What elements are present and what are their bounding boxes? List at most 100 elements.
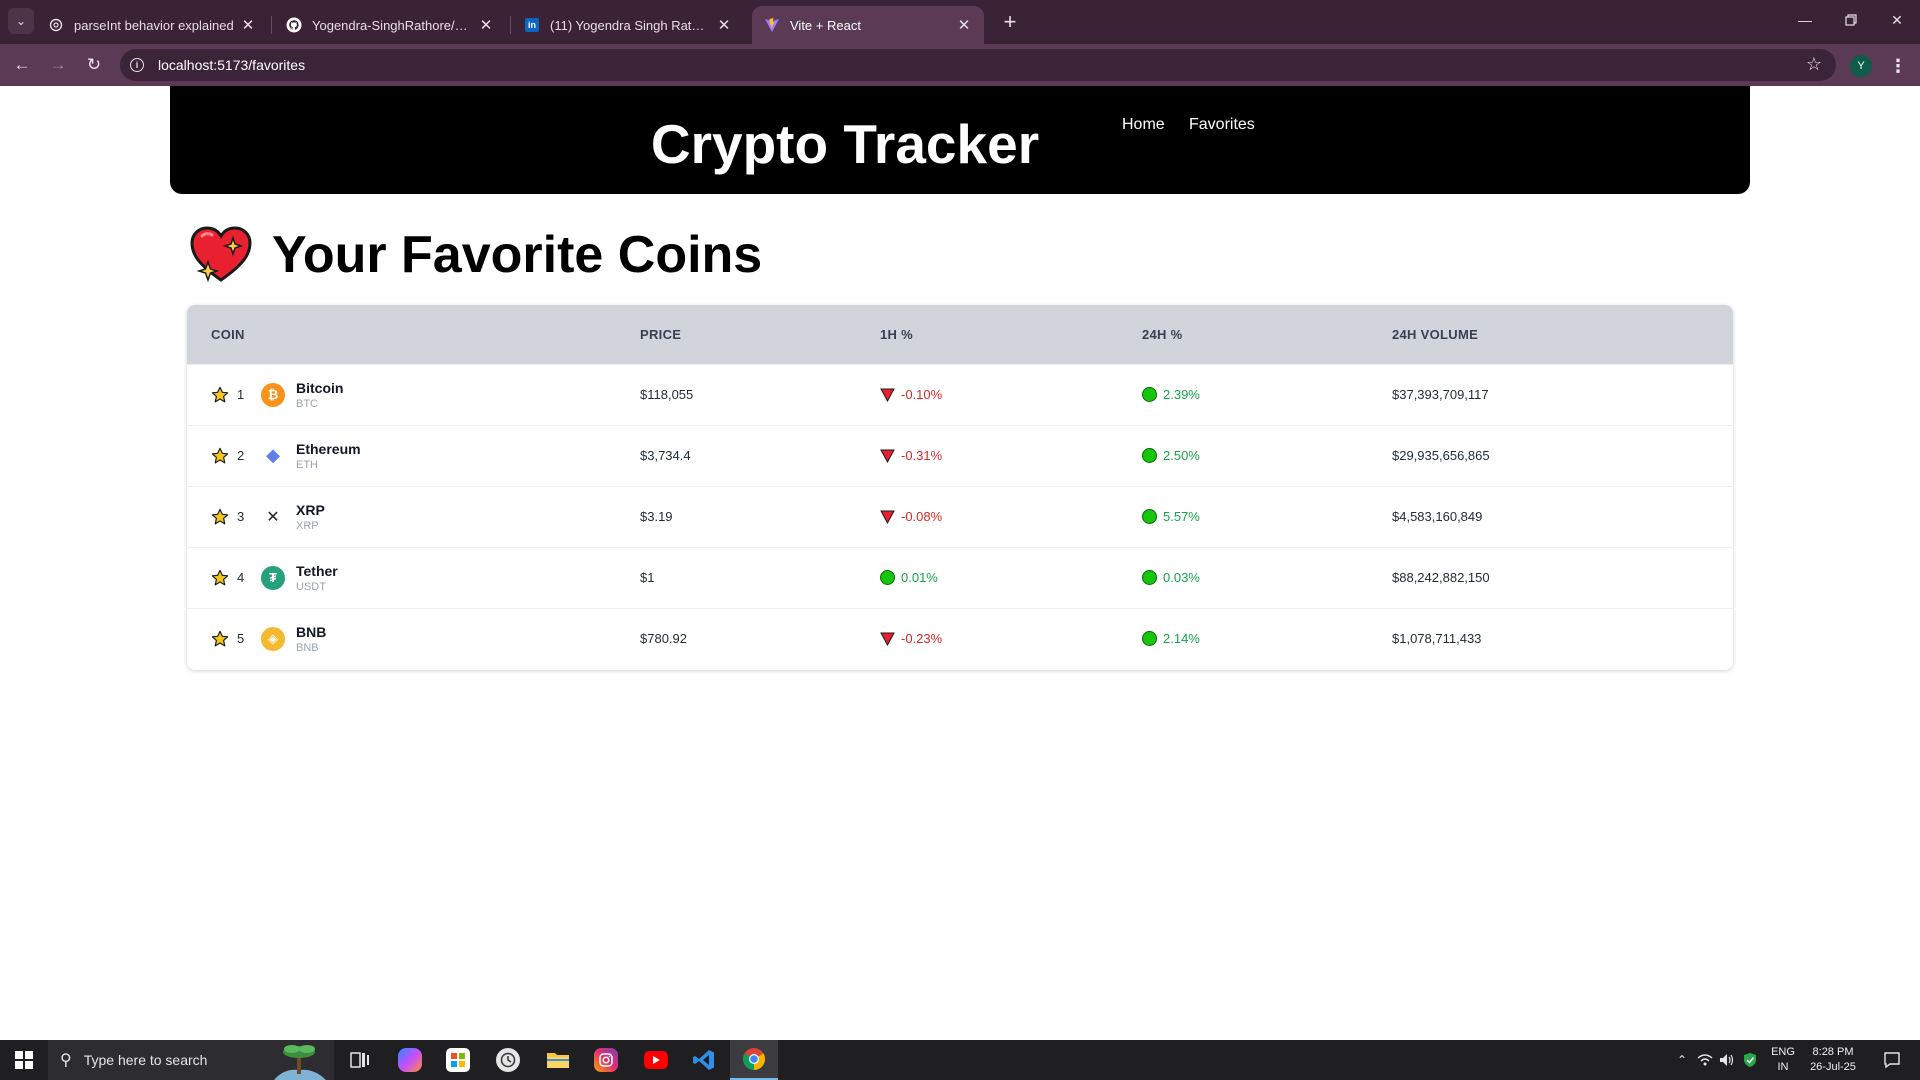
green-circle-icon [1142, 509, 1157, 524]
change-24h-value: 2.39% [1163, 387, 1200, 402]
change-1h: -0.31% [880, 425, 1142, 486]
tab-title: Yogendra-SinghRathore/crypto [312, 17, 472, 33]
instagram-icon [594, 1048, 618, 1072]
change-24h-value: 2.14% [1163, 631, 1200, 647]
browser-tab[interactable]: in (11) Yogendra Singh Rathore | L ✕ [512, 6, 744, 44]
favorite-star-icon[interactable] [211, 569, 229, 587]
coin-name[interactable]: BNB [296, 624, 326, 640]
vscode-icon [693, 1050, 714, 1070]
tab-search-button[interactable]: ⌄ [8, 8, 34, 34]
volume-24h: $29,935,656,865 [1392, 448, 1490, 463]
coin-rank: 1 [237, 387, 245, 402]
green-circle-icon [1142, 631, 1157, 647]
close-icon: ✕ [1891, 11, 1903, 28]
nav-favorites-link[interactable]: Favorites [1189, 116, 1255, 134]
bnb-logo-icon: ◈ [261, 626, 285, 651]
chrome-icon [743, 1048, 765, 1070]
close-tab-icon[interactable]: ✕ [716, 16, 732, 34]
change-1h: 0.01% [880, 547, 1142, 608]
chrome-app[interactable] [730, 1040, 778, 1080]
table-row[interactable]: 2 ◆ Ethereum ETH $3,734.4 -0.31% 2.50% $… [187, 425, 1733, 486]
notifications-button[interactable] [1872, 1040, 1912, 1080]
forward-button[interactable]: → [44, 51, 72, 79]
show-hidden-icons-button[interactable]: ⌃ [1670, 1040, 1694, 1080]
language-indicator[interactable]: ENG IN [1768, 1045, 1798, 1075]
coin-rank: 3 [237, 509, 245, 524]
task-view-button[interactable] [336, 1040, 384, 1080]
tab-divider [271, 16, 272, 34]
youtube-icon [644, 1051, 668, 1069]
favorite-star-icon[interactable] [211, 386, 229, 404]
address-bar[interactable]: i localhost:5173/favorites ☆ [120, 49, 1836, 81]
down-triangle-icon [880, 510, 895, 524]
coin-name[interactable]: Bitcoin [296, 380, 343, 396]
linkedin-icon: in [524, 17, 540, 33]
change-24h: 2.50% [1142, 425, 1392, 486]
close-tab-icon[interactable]: ✕ [478, 16, 494, 34]
tab-divider [510, 16, 511, 34]
search-placeholder: Type here to search [83, 1052, 208, 1068]
url-text[interactable]: localhost:5173/favorites [158, 57, 305, 73]
store-icon [446, 1048, 470, 1072]
copilot-app[interactable] [386, 1040, 434, 1080]
table-row[interactable]: 5 ◈ BNB BNB $780.92 -0.23% 2.14% $1,078,… [187, 608, 1733, 669]
favorite-star-icon[interactable] [211, 630, 229, 648]
table-row[interactable]: 3 ✕ XRP XRP $3.19 -0.08% 5.57% $4,583,16… [187, 486, 1733, 547]
taskbar-search-box[interactable]: ⚲ Type here to search [48, 1040, 334, 1080]
table-row[interactable]: 4 ₮ Tether USDT $1 0.01% 0.03% $88,242,8… [187, 547, 1733, 608]
plus-icon: + [1003, 9, 1017, 34]
down-triangle-icon [880, 449, 895, 463]
youtube-app[interactable] [632, 1040, 680, 1080]
bookmark-star-icon[interactable]: ☆ [1806, 54, 1822, 75]
sparkling-heart-icon [190, 226, 252, 283]
table-row[interactable]: 1 ₿ Bitcoin BTC $118,055 -0.10% 2.39% $3… [187, 364, 1733, 425]
language-code: ENG [1771, 1046, 1795, 1058]
back-button[interactable]: ← [8, 51, 36, 79]
copilot-icon [398, 1048, 422, 1072]
coin-name[interactable]: XRP [296, 502, 325, 518]
microsoft-store-app[interactable] [434, 1040, 482, 1080]
file-explorer-app[interactable] [534, 1040, 582, 1080]
reload-icon: ↻ [86, 55, 102, 74]
site-title: Crypto Tracker [650, 113, 1040, 175]
vscode-app[interactable] [680, 1040, 728, 1080]
close-window-button[interactable]: ✕ [1874, 0, 1920, 40]
nav-home-link[interactable]: Home [1122, 116, 1165, 134]
profile-avatar[interactable]: Y [1850, 55, 1872, 77]
minimize-icon: — [1798, 12, 1812, 28]
browser-tab[interactable]: Yogendra-SinghRathore/crypto ✕ [274, 6, 506, 44]
site-info-button[interactable]: i [120, 58, 154, 72]
security-shield-icon[interactable] [1738, 1040, 1762, 1080]
browser-menu-icon[interactable]: ⋮ [1886, 52, 1910, 80]
instagram-app[interactable] [582, 1040, 630, 1080]
network-icon[interactable] [1694, 1040, 1716, 1080]
coin-cell: 2 ◆ Ethereum ETH [187, 425, 640, 486]
volume-icon[interactable] [1716, 1040, 1738, 1080]
favorite-star-icon[interactable] [211, 447, 229, 465]
site-header: Crypto Tracker Home Favorites [170, 86, 1750, 194]
coin-price: $1 [640, 570, 655, 585]
close-tab-icon[interactable]: ✕ [956, 16, 972, 34]
coin-price: $118,055 [640, 387, 694, 402]
new-tab-button[interactable]: + [996, 8, 1024, 36]
coin-cell: 3 ✕ XRP XRP [187, 486, 640, 547]
taskbar-clock[interactable]: 8:28 PM 26-Jul-25 [1804, 1045, 1862, 1075]
coin-symbol: USDT [296, 580, 326, 593]
close-tab-icon[interactable]: ✕ [240, 16, 256, 34]
restore-button[interactable] [1828, 0, 1874, 40]
search-icon: ⚲ [60, 1052, 72, 1069]
green-circle-icon [1142, 448, 1157, 463]
coin-name[interactable]: Tether [296, 563, 338, 579]
browser-tab-active[interactable]: Vite + React ✕ [752, 6, 984, 44]
favorite-star-icon[interactable] [211, 508, 229, 526]
browser-tab[interactable]: parseInt behavior explained ✕ [36, 6, 268, 44]
change-24h: 2.14% [1142, 608, 1392, 669]
column-header-price: PRICE [640, 326, 682, 342]
coin-name[interactable]: Ethereum [296, 441, 361, 457]
start-button[interactable] [0, 1040, 48, 1080]
minimize-button[interactable]: — [1782, 0, 1828, 40]
reload-button[interactable]: ↻ [80, 51, 108, 79]
clock-app[interactable] [484, 1040, 532, 1080]
coin-rank: 2 [237, 448, 245, 463]
column-header-volume: 24H VOLUME [1392, 326, 1479, 342]
